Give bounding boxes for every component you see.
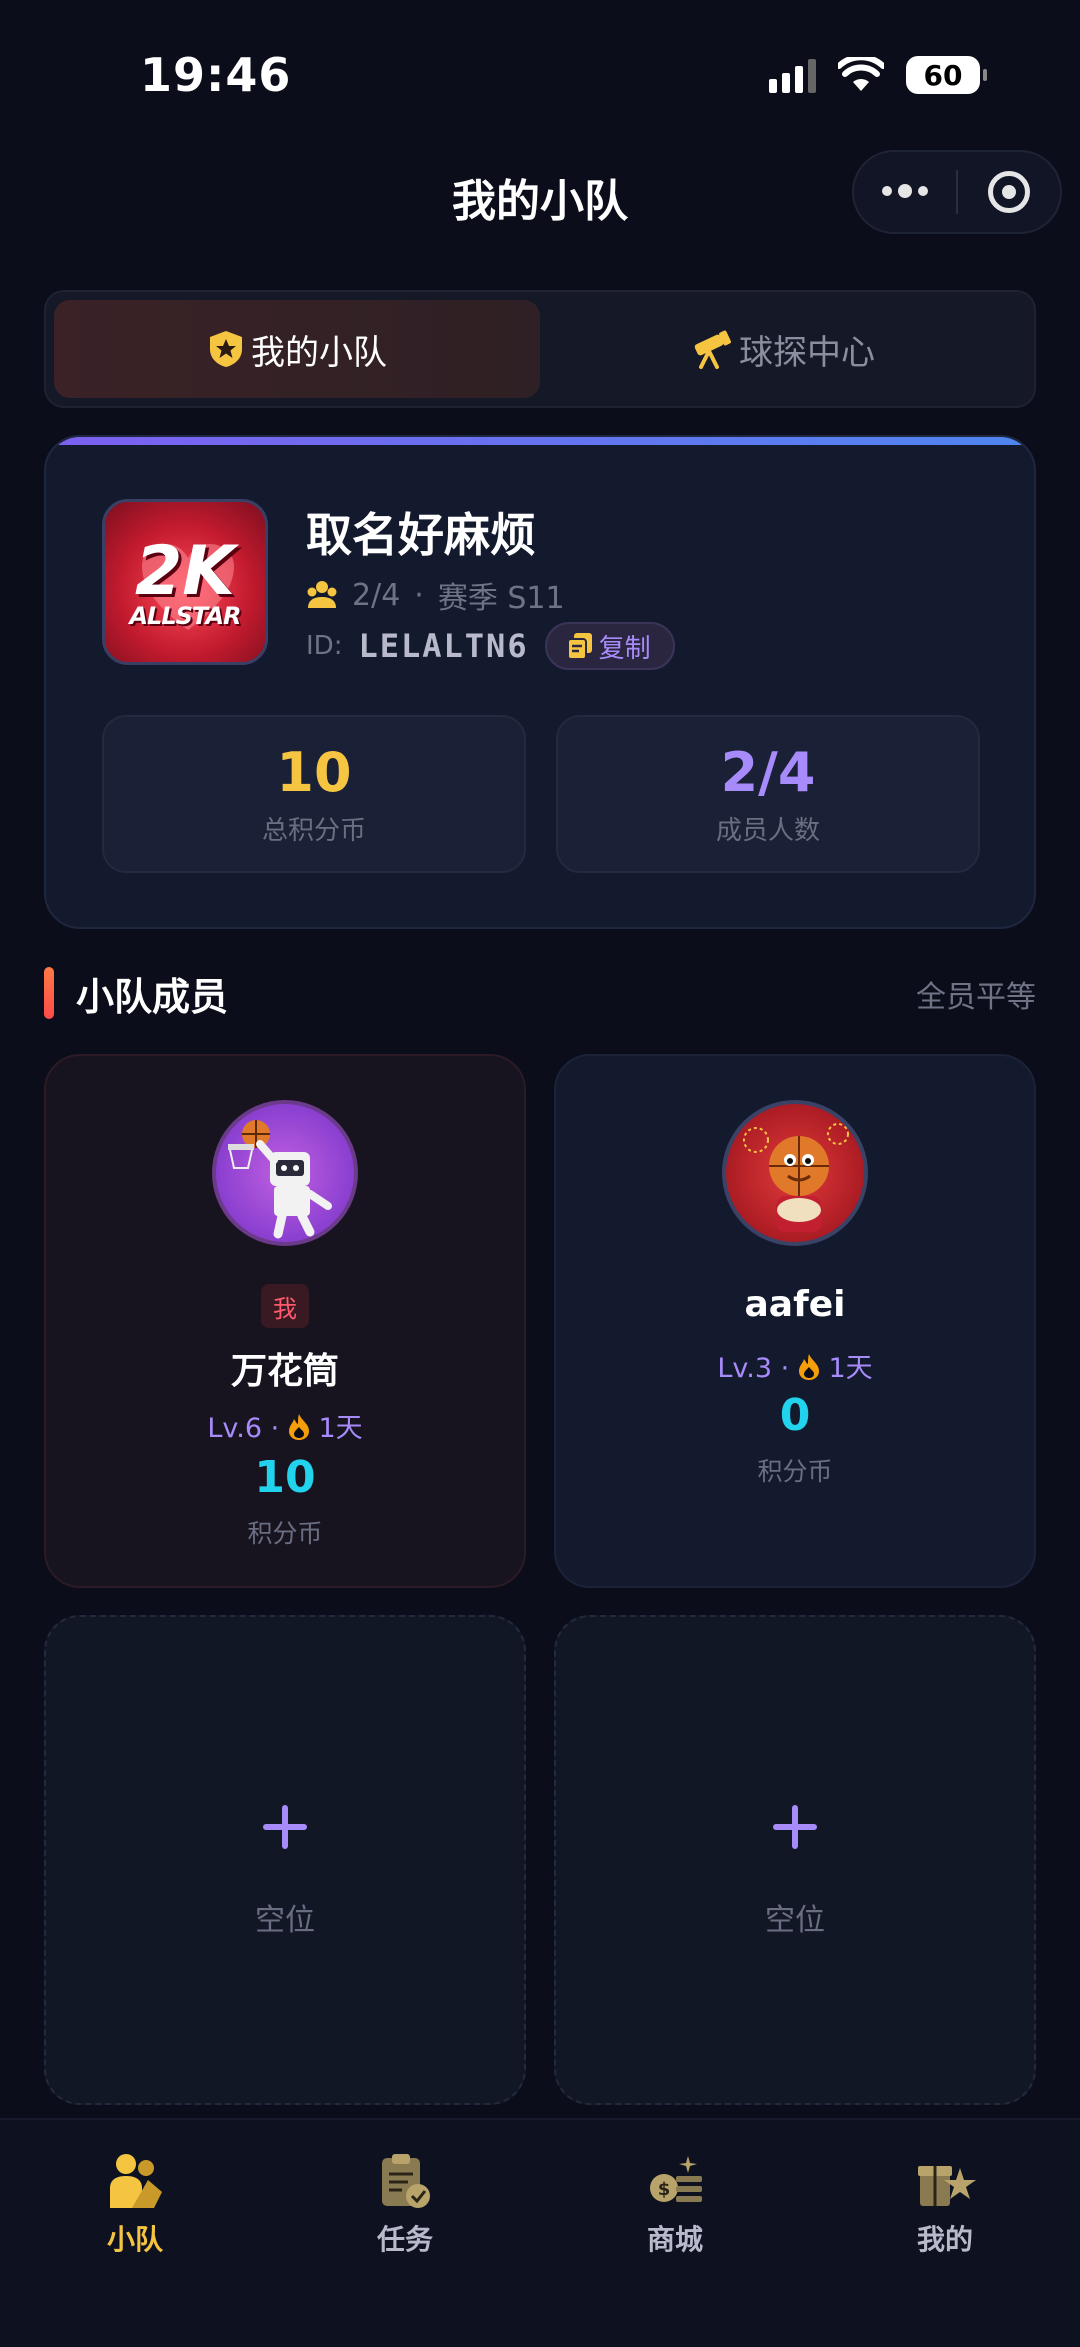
- team-member-count: 2/4: [352, 577, 401, 613]
- status-icons: 60: [769, 56, 987, 94]
- dot-icon: [918, 186, 928, 196]
- tab-label: 我的小队: [251, 332, 387, 373]
- shield-star-icon: [210, 331, 242, 367]
- member-name: 万花筒: [230, 1351, 339, 1392]
- stat-label: 总积分币: [261, 816, 366, 846]
- nav-item-profile[interactable]: 我的: [810, 2120, 1080, 2347]
- status-time: 19:46: [140, 48, 292, 102]
- me-badge: 我: [261, 1284, 309, 1328]
- copy-icon: [566, 633, 592, 660]
- dot-icon: [882, 186, 892, 196]
- stat-value: 10: [276, 741, 352, 804]
- member-points-label: 积分币: [247, 1519, 323, 1548]
- svg-text:$: $: [658, 2179, 671, 2200]
- member-level-row: Lv.6 · 1天: [46, 1406, 524, 1445]
- member-level: Lv.3: [717, 1353, 773, 1384]
- member-points: 10: [254, 1452, 316, 1503]
- copy-label: 复制: [598, 633, 651, 664]
- member-level: Lv.6: [207, 1413, 263, 1444]
- miniprogram-capsule: [852, 150, 1062, 234]
- member-streak: 1天: [828, 1353, 873, 1384]
- nav-label: 商城: [646, 2223, 703, 2256]
- avatar: [212, 1100, 358, 1246]
- team-season: 赛季 S11: [437, 581, 565, 616]
- nav-item-tasks[interactable]: 任务: [270, 2120, 540, 2347]
- nav-label: 我的: [916, 2223, 973, 2256]
- wifi-icon: [838, 57, 884, 91]
- empty-slot-label: 空位: [255, 1903, 315, 1938]
- bottom-nav: 小队 任务 $ 商城 我的: [0, 2118, 1080, 2347]
- section-note: 全员平等: [916, 980, 1036, 1015]
- member-level-row: Lv.3 · 1天: [556, 1346, 1034, 1385]
- members-icon: [307, 581, 337, 608]
- member-card[interactable]: 我 万花筒 Lv.6 · 1天 10 积分币: [44, 1054, 526, 1588]
- fire-icon: [288, 1414, 309, 1440]
- empty-slot-label: 空位: [765, 1903, 825, 1938]
- empty-slot-card[interactable]: 空位: [554, 1615, 1036, 2105]
- stat-value: 2/4: [720, 741, 816, 804]
- team-id-label: ID:: [306, 631, 343, 661]
- copy-id-button[interactable]: 复制: [544, 622, 675, 670]
- plus-icon: [773, 1805, 817, 1849]
- team-meta: 2/4 · 赛季 S11: [306, 573, 565, 617]
- fire-icon: [798, 1354, 819, 1380]
- plus-icon: [263, 1805, 307, 1849]
- stat-label: 成员人数: [715, 816, 820, 846]
- basketball-mascot-icon: [743, 1123, 849, 1232]
- section-title: 小队成员: [76, 975, 229, 1019]
- task-clipboard-icon: [382, 2154, 430, 2208]
- tab-label: 球探中心: [739, 332, 875, 373]
- team-icon: [110, 2154, 162, 2208]
- total-points-stat: 10 总积分币: [102, 715, 526, 873]
- team-name: 取名好麻烦: [306, 508, 536, 562]
- battery-indicator: 60: [906, 56, 987, 94]
- team-id: LELALTN6: [358, 627, 529, 665]
- member-points: 0: [779, 1390, 811, 1441]
- member-name: aafei: [744, 1284, 846, 1325]
- close-miniprogram-button[interactable]: [958, 171, 1060, 213]
- member-card[interactable]: aafei Lv.3 · 1天 0 积分币: [554, 1054, 1036, 1588]
- logo-allstar-text: ALLSTAR: [129, 602, 241, 630]
- tab-my-team[interactable]: 我的小队: [54, 300, 540, 398]
- profile-gift-icon: [918, 2166, 976, 2206]
- telescope-icon: [694, 330, 731, 369]
- meta-separator: ·: [414, 577, 424, 613]
- empty-slot-card[interactable]: 空位: [44, 1615, 526, 2105]
- member-streak: 1天: [318, 1413, 363, 1444]
- member-points-label: 积分币: [757, 1457, 833, 1486]
- nav-label: 任务: [376, 2223, 433, 2256]
- level-separator: ·: [780, 1353, 790, 1384]
- member-count-stat: 2/4 成员人数: [556, 715, 980, 873]
- more-menu-button[interactable]: [854, 184, 956, 198]
- dot-icon: [898, 184, 912, 198]
- tab-bar: 我的小队 球探中心: [44, 290, 1036, 408]
- section-accent-bar: [44, 967, 54, 1019]
- tab-scout-center[interactable]: 球探中心: [540, 300, 1026, 398]
- basketball-player-icon: [228, 1120, 332, 1239]
- nav-label: 小队: [106, 2223, 163, 2256]
- nav-item-team[interactable]: 小队: [0, 2120, 270, 2347]
- cellular-signal-icon: [769, 57, 816, 93]
- avatar: [722, 1100, 868, 1246]
- logo-2k-text: 2K: [134, 532, 235, 611]
- level-separator: ·: [270, 1413, 280, 1444]
- nav-item-shop[interactable]: $ 商城: [540, 2120, 810, 2347]
- team-logo: 2K ALLSTAR: [102, 499, 268, 665]
- shop-coins-icon: $: [650, 2156, 702, 2202]
- team-info-card: 2K ALLSTAR 取名好麻烦 2/4 · 赛季 S11 ID: LELALT…: [44, 435, 1036, 929]
- target-icon: [988, 171, 1030, 213]
- card-accent-bar: [46, 437, 1034, 445]
- team-id-row: ID: LELALTN6 复制: [306, 622, 675, 670]
